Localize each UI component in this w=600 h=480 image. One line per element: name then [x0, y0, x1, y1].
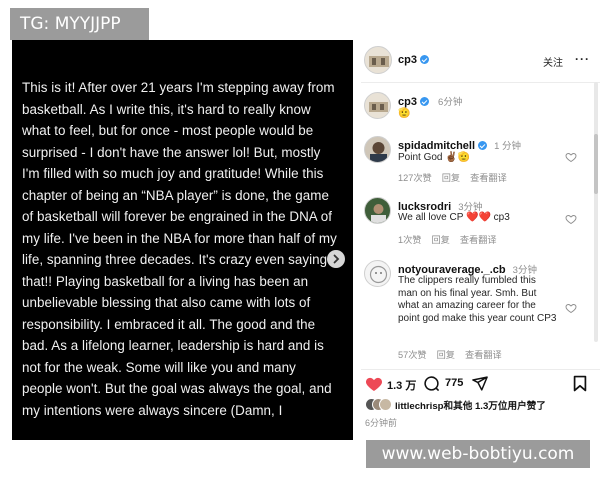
reply-button[interactable]: 回复	[432, 235, 450, 245]
liked-by-rest[interactable]: 和其他 1.3万位用户赞了	[444, 401, 546, 412]
scrollbar[interactable]	[594, 82, 598, 342]
liked-by-text[interactable]: littlechrisp和其他 1.3万位用户赞了	[395, 398, 546, 412]
avatar[interactable]	[364, 46, 392, 74]
bookmark-icon[interactable]	[573, 375, 587, 392]
scroll-thumb[interactable]	[594, 134, 598, 194]
post-header: cp3 关注 ···	[361, 40, 600, 83]
comment-header: lucksrodri 3分钟	[398, 199, 483, 213]
comment-likes[interactable]: 127次赞	[398, 173, 432, 183]
caption-text: 🫡	[398, 108, 411, 119]
header-username-row[interactable]: cp3	[398, 54, 429, 66]
liked-by-user[interactable]: littlechrisp	[395, 401, 444, 412]
translate-button[interactable]: 查看翻译	[460, 235, 497, 245]
comment-likes[interactable]: 1次赞	[398, 235, 422, 245]
comment-text: Point God ✌🏾🫡	[398, 152, 471, 163]
next-image-button[interactable]	[327, 250, 345, 268]
heart-icon[interactable]	[565, 302, 577, 314]
follow-button[interactable]: 关注	[543, 54, 563, 69]
comment-header: notyouraverage._.cb 3分钟	[398, 262, 537, 276]
more-dots-icon[interactable]: ···	[575, 52, 590, 66]
chevron-right-icon	[333, 254, 340, 264]
likes-count[interactable]: 1.3 万	[387, 377, 416, 393]
avatar[interactable]	[364, 92, 391, 119]
comment-meta: 127次赞 回复 查看翻译	[398, 170, 517, 184]
header-username[interactable]: cp3	[398, 54, 417, 66]
comments-count[interactable]: 775	[445, 377, 463, 389]
caption-username[interactable]: cp3	[398, 96, 417, 108]
comment-icon[interactable]	[423, 375, 440, 392]
comment-likes[interactable]: 57次赞	[398, 350, 427, 360]
liked-by-avatars[interactable]	[365, 398, 392, 411]
heart-icon[interactable]	[565, 151, 577, 163]
action-bar: 1.3 万 775	[361, 369, 600, 396]
avatar[interactable]	[364, 136, 391, 163]
watermark-url: www.web-bobtiyu.com	[366, 440, 590, 468]
heart-filled-icon[interactable]	[365, 375, 383, 392]
avatar[interactable]	[364, 197, 391, 224]
caption-time: 6分钟	[438, 97, 463, 108]
comment-text: We all love CP ❤️❤️ cp3	[398, 212, 510, 223]
verified-icon	[478, 141, 488, 150]
post-time: 6分钟前	[365, 418, 398, 428]
comment-meta: 1次赞 回复 查看翻译	[398, 232, 507, 246]
post-image: This is it! After over 21 years I'm step…	[12, 40, 353, 440]
comment-header: spidadmitchell 1 分钟	[398, 138, 521, 152]
reply-button[interactable]: 回复	[437, 350, 455, 360]
comment-text: The clippers really fumbled this man on …	[398, 275, 557, 324]
translate-button[interactable]: 查看翻译	[465, 350, 502, 360]
translate-button[interactable]: 查看翻译	[470, 173, 507, 183]
heart-icon[interactable]	[565, 213, 577, 225]
verified-icon	[419, 55, 429, 64]
comment-meta: 57次赞 回复 查看翻译	[398, 347, 512, 361]
comment-time: 1 分钟	[494, 141, 522, 152]
comment-username[interactable]: spidadmitchell	[398, 140, 475, 152]
share-icon[interactable]	[471, 375, 489, 392]
instagram-panel: cp3 关注 ··· cp3 6分钟 🫡 spidadmitchell 1 分钟…	[361, 40, 600, 440]
reply-button[interactable]: 回复	[442, 173, 460, 183]
post-text: This is it! After over 21 years I'm step…	[22, 80, 337, 418]
avatar[interactable]	[364, 260, 391, 287]
caption-header: cp3 6分钟	[398, 94, 462, 108]
verified-icon	[419, 97, 429, 106]
watermark-tag: TG: MYYJJPP	[10, 8, 149, 40]
